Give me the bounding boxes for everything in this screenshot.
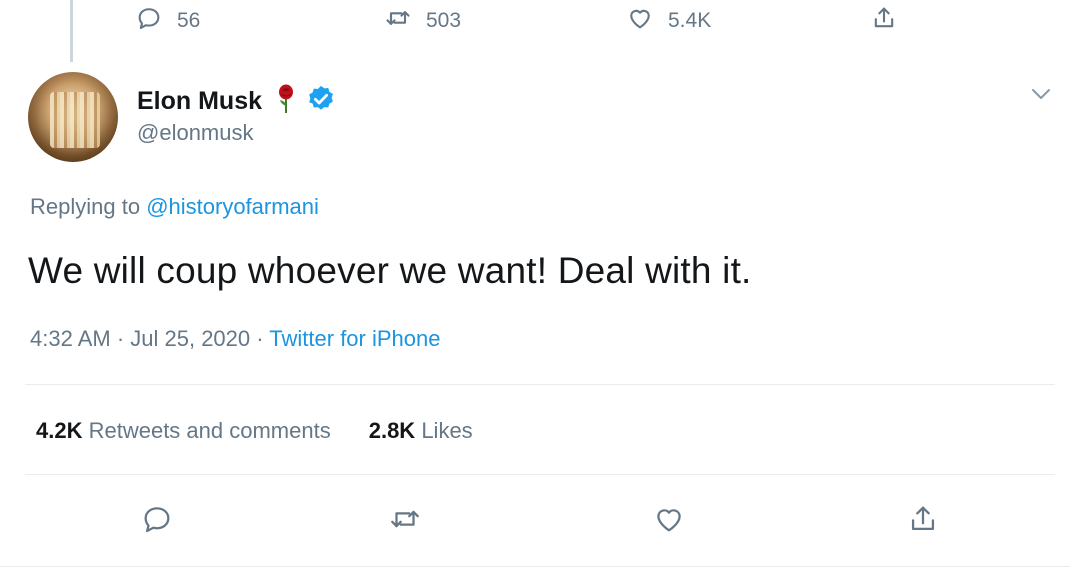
share-icon: [906, 506, 940, 540]
tweet-bottom-border: [0, 566, 1070, 567]
reply-icon: [140, 507, 174, 540]
parent-like-count: 5.4K: [668, 9, 712, 32]
retweets-count: 4.2K: [36, 418, 83, 443]
divider: [25, 384, 1055, 385]
retweet-icon: [388, 510, 422, 540]
retweets-label: Retweets and comments: [82, 418, 331, 443]
heart-icon: [626, 4, 654, 38]
tweet-stats: 4.2K Retweets and comments 2.8K Likes: [36, 418, 511, 444]
retweet-button[interactable]: [388, 502, 422, 536]
likes-count: 2.8K: [368, 418, 416, 443]
retweets-stat[interactable]: 4.2K Retweets and comments: [36, 418, 331, 444]
parent-reply-count: 56: [177, 9, 201, 32]
reply-button[interactable]: [140, 502, 174, 536]
likes-label: Likes: [415, 418, 473, 443]
parent-like-button[interactable]: 5.4K: [626, 4, 711, 38]
likes-stat[interactable]: 2.8K Likes: [369, 418, 473, 444]
parent-tweet-actions: 56 503 5.4K: [0, 0, 1070, 40]
replying-to-line: Replying to @historyofarmani: [30, 194, 319, 220]
like-button[interactable]: [652, 502, 686, 536]
parent-retweet-button[interactable]: 503: [384, 4, 461, 38]
rose-icon: [262, 84, 298, 119]
author-display-name[interactable]: Elon Musk: [137, 87, 262, 116]
tweet-source-link[interactable]: Twitter for iPhone: [269, 326, 440, 351]
avatar[interactable]: [28, 72, 118, 162]
author-handle[interactable]: @elonmusk: [137, 120, 254, 146]
parent-share-button[interactable]: [870, 4, 898, 38]
tweet-text: We will coup whoever we want! Deal with …: [28, 250, 752, 291]
share-icon: [870, 4, 898, 38]
reply-icon: [135, 4, 163, 38]
replying-to-mention-link[interactable]: @historyofarmani: [146, 194, 319, 219]
replying-to-prefix: Replying to: [30, 194, 147, 219]
verified-badge-icon: [298, 84, 336, 119]
divider: [25, 474, 1055, 475]
retweet-icon: [384, 4, 412, 38]
parent-retweet-count: 503: [426, 9, 462, 32]
tweet-meta: 4:32 AM · Jul 25, 2020 · Twitter for iPh…: [30, 326, 440, 352]
author-name-row: Elon Musk: [137, 84, 336, 119]
share-button[interactable]: [906, 502, 940, 536]
heart-icon: [652, 509, 686, 540]
tweet-timestamp[interactable]: 4:32 AM · Jul 25, 2020 ·: [30, 326, 269, 351]
parent-reply-button[interactable]: 56: [135, 4, 200, 38]
